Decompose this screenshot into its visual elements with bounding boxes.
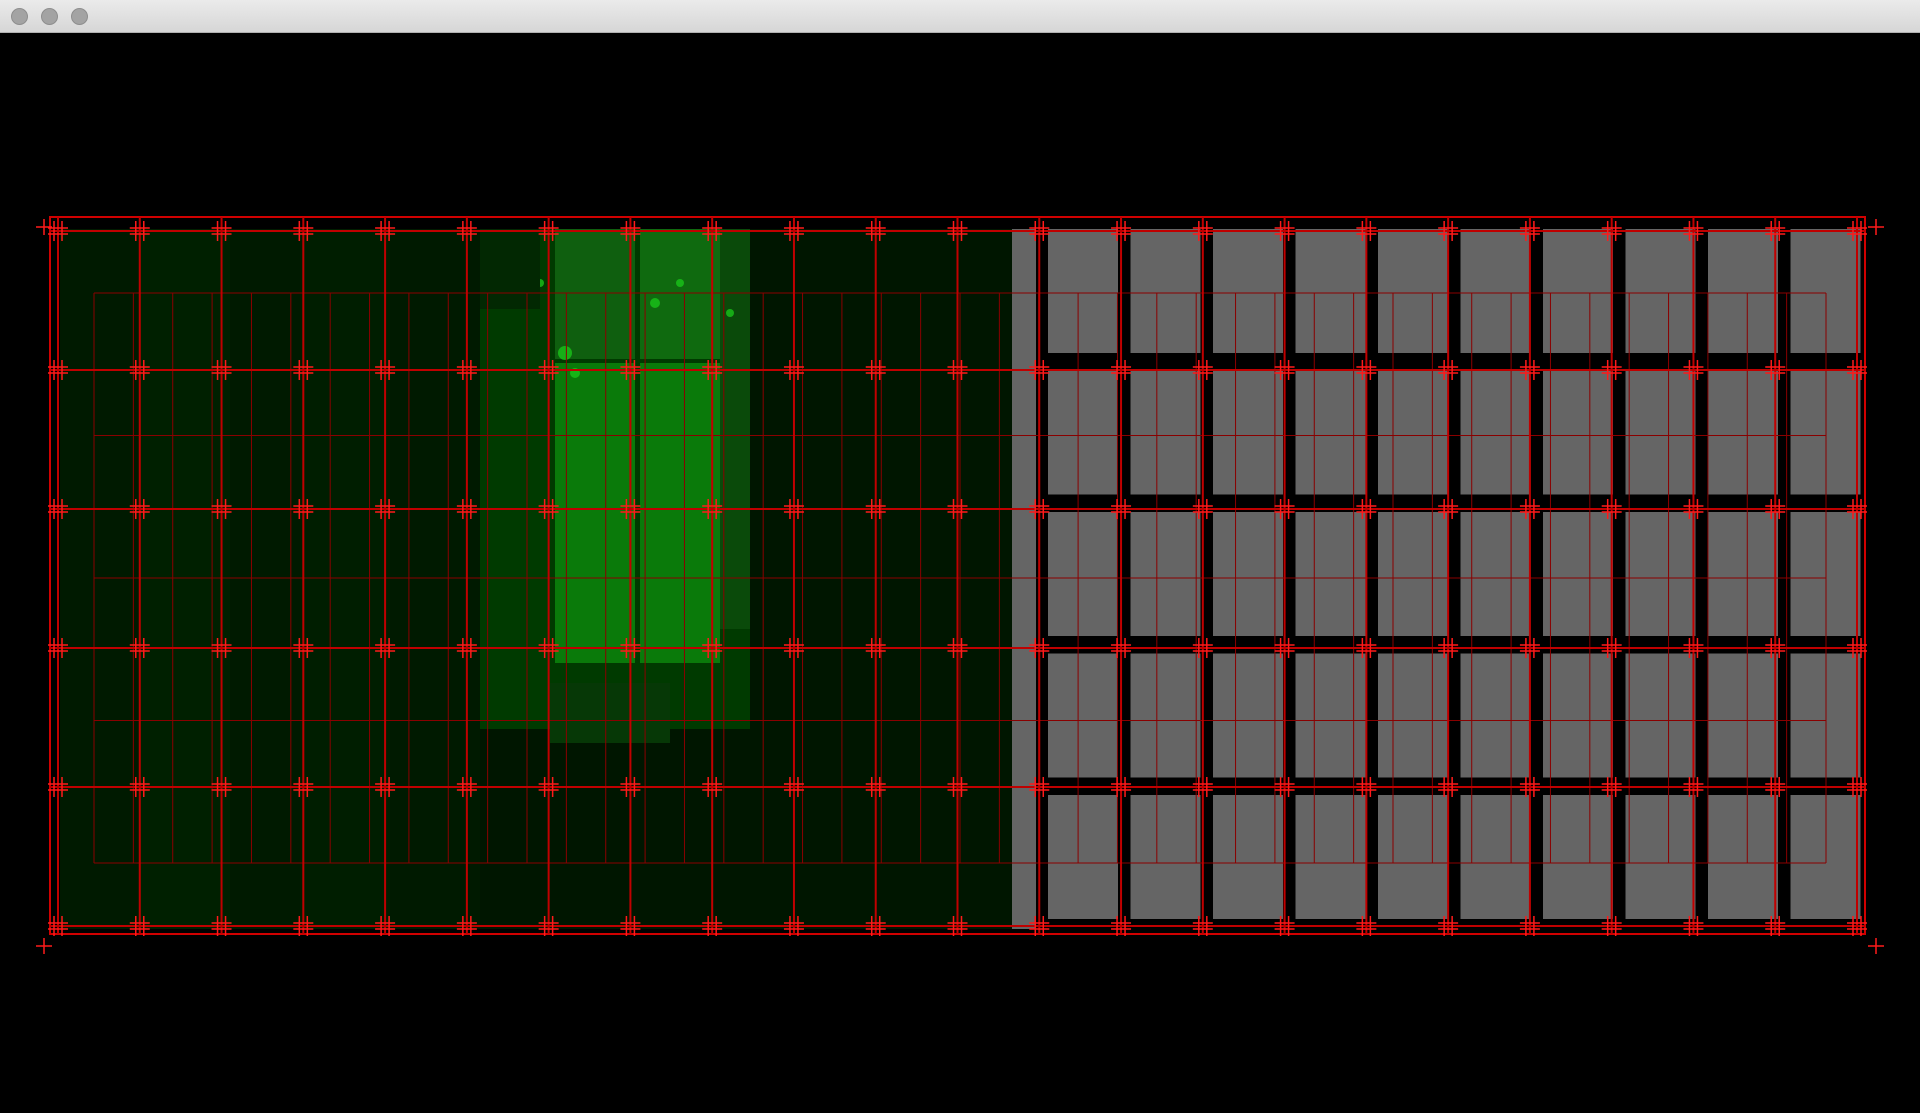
gray-tile xyxy=(1378,512,1448,636)
gray-tile xyxy=(1708,795,1778,919)
app-window xyxy=(0,0,1920,1113)
render-canvas[interactable] xyxy=(0,33,1920,1113)
gray-tile xyxy=(1048,653,1118,778)
gray-tile xyxy=(1625,795,1696,919)
gray-tile xyxy=(1460,370,1531,495)
gray-tile xyxy=(1213,370,1283,495)
gray-tile xyxy=(1625,370,1696,495)
minimize-button[interactable] xyxy=(41,8,58,25)
gray-tile xyxy=(1625,512,1696,636)
gray-tile xyxy=(1708,370,1778,495)
gray-tile xyxy=(1543,512,1613,636)
gray-tile xyxy=(1295,370,1366,495)
gray-tile xyxy=(1708,512,1778,636)
window-pane-1 xyxy=(555,363,635,663)
gray-tile xyxy=(1295,512,1366,636)
gray-tile xyxy=(1048,512,1118,636)
gray-tile xyxy=(1130,370,1201,495)
gray-tile xyxy=(1460,653,1531,778)
gray-tile xyxy=(1378,653,1448,778)
gray-tile xyxy=(1543,653,1613,778)
gray-tile xyxy=(1378,229,1448,353)
gray-tile xyxy=(1460,512,1531,636)
title-bar[interactable] xyxy=(0,0,1920,33)
gray-tile xyxy=(1130,653,1201,778)
close-button[interactable] xyxy=(11,8,28,25)
scene-svg xyxy=(36,216,1884,954)
gray-tile xyxy=(1295,653,1366,778)
gray-tile xyxy=(1048,795,1118,919)
gray-tile xyxy=(1048,370,1118,495)
gray-tile xyxy=(1130,795,1201,919)
gray-tile xyxy=(1295,229,1366,353)
gray-tile xyxy=(1543,229,1613,353)
gray-tile xyxy=(1130,229,1201,353)
gray-tile xyxy=(1213,795,1283,919)
gray-tile xyxy=(1460,229,1531,353)
tile-strip xyxy=(1012,229,1036,929)
right-tile-panel xyxy=(1012,229,1861,929)
gray-tile xyxy=(1625,229,1696,353)
gray-tile xyxy=(1543,370,1613,495)
gray-tile xyxy=(1378,370,1448,495)
gray-tile xyxy=(1625,653,1696,778)
left-image-panel xyxy=(60,229,1012,929)
gray-tile xyxy=(1295,795,1366,919)
zoom-button[interactable] xyxy=(71,8,88,25)
gray-tile xyxy=(1213,653,1283,778)
gray-tile xyxy=(1130,512,1201,636)
gray-tile xyxy=(1543,795,1613,919)
gray-tile xyxy=(1213,229,1283,353)
gray-tile xyxy=(1460,795,1531,919)
gray-tile xyxy=(1213,512,1283,636)
gray-tile xyxy=(1048,229,1118,353)
gray-tile xyxy=(1708,653,1778,778)
gray-tile xyxy=(1708,229,1778,353)
gray-tile xyxy=(1378,795,1448,919)
